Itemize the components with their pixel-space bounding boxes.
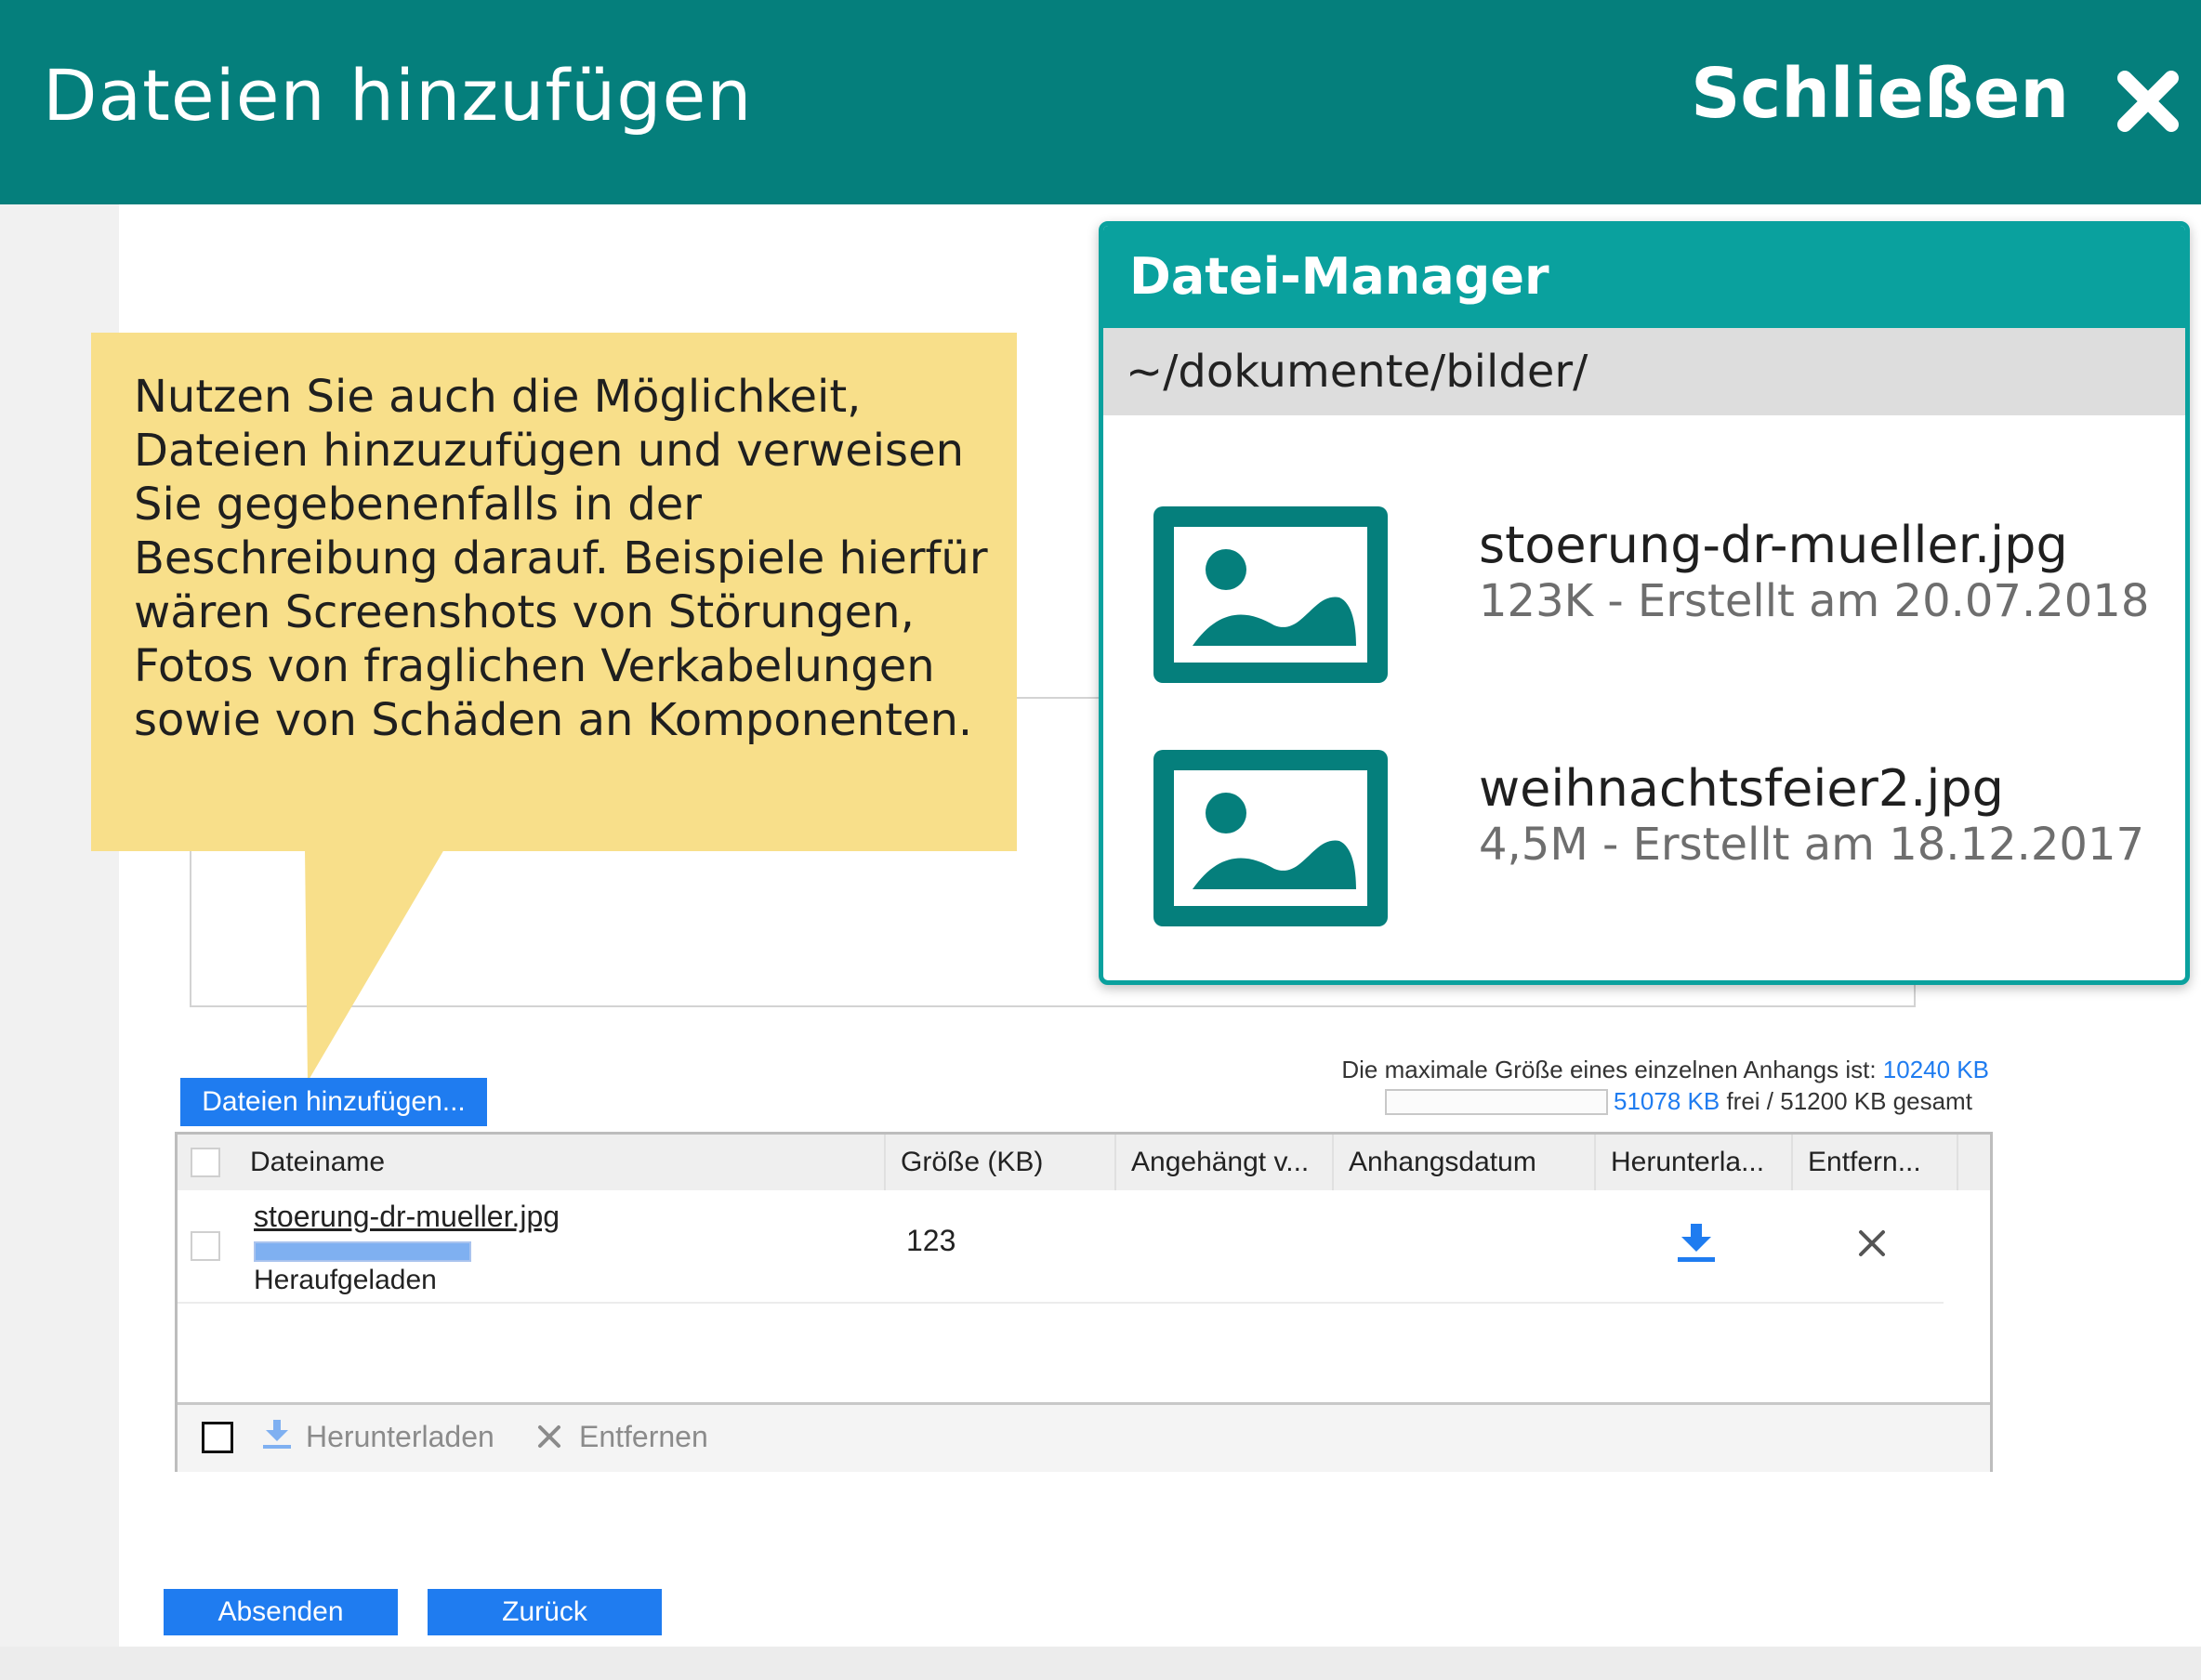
column-header-filename[interactable]: Dateiname <box>235 1135 886 1190</box>
tip-callout: Nutzen Sie auch die Möglichkeit, Dateien… <box>91 333 1017 851</box>
column-header-attached-by[interactable]: Angehängt v... <box>1116 1135 1334 1190</box>
free-space-value: 51078 KB <box>1614 1087 1720 1115</box>
footer-select-checkbox[interactable] <box>202 1422 233 1453</box>
page-footer-strip <box>0 1647 2201 1680</box>
row-checkbox[interactable] <box>191 1231 220 1261</box>
remove-icon[interactable] <box>536 1424 562 1450</box>
tip-text: Nutzen Sie auch die Möglichkeit, Dateien… <box>134 371 988 746</box>
select-all-checkbox[interactable] <box>191 1148 220 1177</box>
callout-pointer <box>305 849 444 1082</box>
column-header-date[interactable]: Anhangsdatum <box>1334 1135 1596 1190</box>
attachments-table: Dateiname Größe (KB) Angehängt v... Anha… <box>175 1132 1993 1472</box>
download-icon[interactable] <box>1678 1224 1715 1263</box>
max-size-value: 10240 KB <box>1882 1056 1989 1083</box>
submit-button[interactable]: Absenden <box>164 1589 398 1635</box>
upload-status: Heraufgeladen <box>254 1265 437 1295</box>
remove-icon[interactable] <box>1856 1227 1888 1259</box>
quota-info: 51078 KB frei / 51200 KB gesamt <box>1614 1087 1972 1116</box>
file-name: weihnachtsfeier2.jpg <box>1479 759 2004 818</box>
table-header: Dateiname Größe (KB) Angehängt v... Anha… <box>178 1135 1990 1190</box>
file-meta: 4,5M - Erstellt am 18.12.2017 <box>1479 819 2145 871</box>
back-button[interactable]: Zurück <box>428 1589 662 1635</box>
max-size-info: Die maximale Größe eines einzelnen Anhan… <box>1341 1056 1989 1084</box>
dialog-header: Dateien hinzufügen Schließen <box>0 0 2201 204</box>
add-files-button[interactable]: Dateien hinzufügen... <box>180 1078 487 1126</box>
upload-progress-bar <box>254 1241 471 1262</box>
file-meta: 123K - Erstellt am 20.07.2018 <box>1479 575 2150 627</box>
file-name: stoerung-dr-mueller.jpg <box>1479 516 2068 574</box>
attachment-link[interactable]: stoerung-dr-mueller.jpg <box>254 1200 560 1234</box>
quota-bar <box>1385 1089 1608 1115</box>
column-header-remove[interactable]: Entfern... <box>1793 1135 1958 1190</box>
dialog-title: Dateien hinzufügen <box>43 54 753 137</box>
attachment-size: 123 <box>906 1224 956 1257</box>
file-manager-path: ~/dokumente/bilder/ <box>1103 328 2185 415</box>
free-space-suffix: frei / 51200 KB gesamt <box>1726 1087 1972 1115</box>
file-manager-item[interactable]: weihnachtsfeier2.jpg 4,5M - Erstellt am … <box>1153 750 2157 926</box>
file-manager-panel: Datei-Manager ~/dokumente/bilder/ stoeru… <box>1099 221 2190 985</box>
image-icon <box>1153 506 1388 683</box>
max-size-label: Die maximale Größe eines einzelnen Anhan… <box>1341 1056 1877 1083</box>
column-header-size[interactable]: Größe (KB) <box>886 1135 1116 1190</box>
image-icon <box>1153 750 1388 926</box>
bulk-download-button[interactable]: Herunterladen <box>306 1420 494 1454</box>
close-icon[interactable] <box>2115 69 2181 134</box>
table-row: stoerung-dr-mueller.jpg Heraufgeladen 12… <box>178 1190 1944 1304</box>
file-manager-title: Datei-Manager <box>1103 226 2185 328</box>
bulk-remove-button[interactable]: Entfernen <box>579 1420 708 1454</box>
table-footer-toolbar: Herunterladen Entfernen <box>178 1402 1990 1472</box>
download-icon[interactable] <box>263 1420 291 1450</box>
column-header-download[interactable]: Herunterla... <box>1596 1135 1793 1190</box>
file-manager-item[interactable]: stoerung-dr-mueller.jpg 123K - Erstellt … <box>1153 506 2157 683</box>
close-button[interactable]: Schließen <box>1691 54 2069 134</box>
